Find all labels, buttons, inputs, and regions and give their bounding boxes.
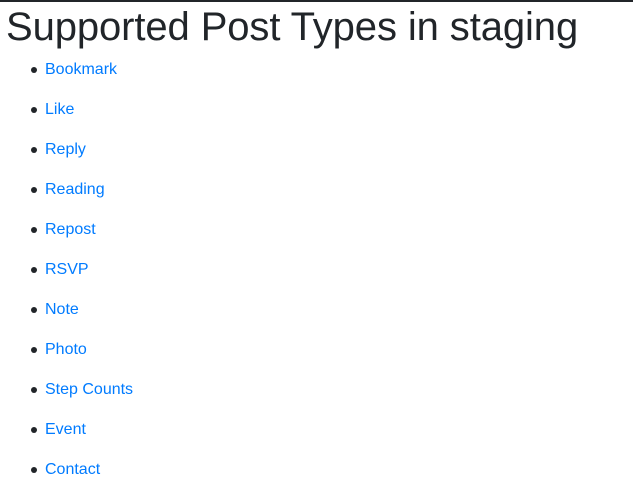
post-type-link-reply[interactable]: Reply — [45, 141, 86, 158]
post-type-link-photo[interactable]: Photo — [45, 341, 87, 358]
list-item: Repost — [31, 210, 133, 250]
post-type-link-like[interactable]: Like — [45, 101, 74, 118]
list-item: Reading — [31, 170, 133, 210]
bullet-icon — [31, 307, 37, 313]
page-title: Supported Post Types in staging — [6, 5, 579, 49]
top-border — [0, 0, 633, 2]
post-types-list: Bookmark Like Reply Reading Repost RSVP … — [0, 50, 133, 490]
post-type-link-note[interactable]: Note — [45, 301, 79, 318]
post-type-link-repost[interactable]: Repost — [45, 221, 96, 238]
list-item: Step Counts — [31, 370, 133, 410]
list-item: Like — [31, 90, 133, 130]
list-item: Contact — [31, 450, 133, 490]
bullet-icon — [31, 267, 37, 273]
post-type-link-contact[interactable]: Contact — [45, 461, 100, 478]
post-type-link-step-counts[interactable]: Step Counts — [45, 381, 133, 398]
post-type-link-event[interactable]: Event — [45, 421, 86, 438]
bullet-icon — [31, 387, 37, 393]
bullet-icon — [31, 107, 37, 113]
list-item: Bookmark — [31, 50, 133, 90]
list-item: RSVP — [31, 250, 133, 290]
bullet-icon — [31, 227, 37, 233]
list-item: Note — [31, 290, 133, 330]
bullet-icon — [31, 427, 37, 433]
post-type-link-bookmark[interactable]: Bookmark — [45, 61, 117, 78]
bullet-icon — [31, 187, 37, 193]
list-item: Event — [31, 410, 133, 450]
bullet-icon — [31, 467, 37, 473]
list-item: Reply — [31, 130, 133, 170]
list-item: Photo — [31, 330, 133, 370]
post-type-link-rsvp[interactable]: RSVP — [45, 261, 89, 278]
bullet-icon — [31, 347, 37, 353]
bullet-icon — [31, 147, 37, 153]
bullet-icon — [31, 67, 37, 73]
post-type-link-reading[interactable]: Reading — [45, 181, 105, 198]
